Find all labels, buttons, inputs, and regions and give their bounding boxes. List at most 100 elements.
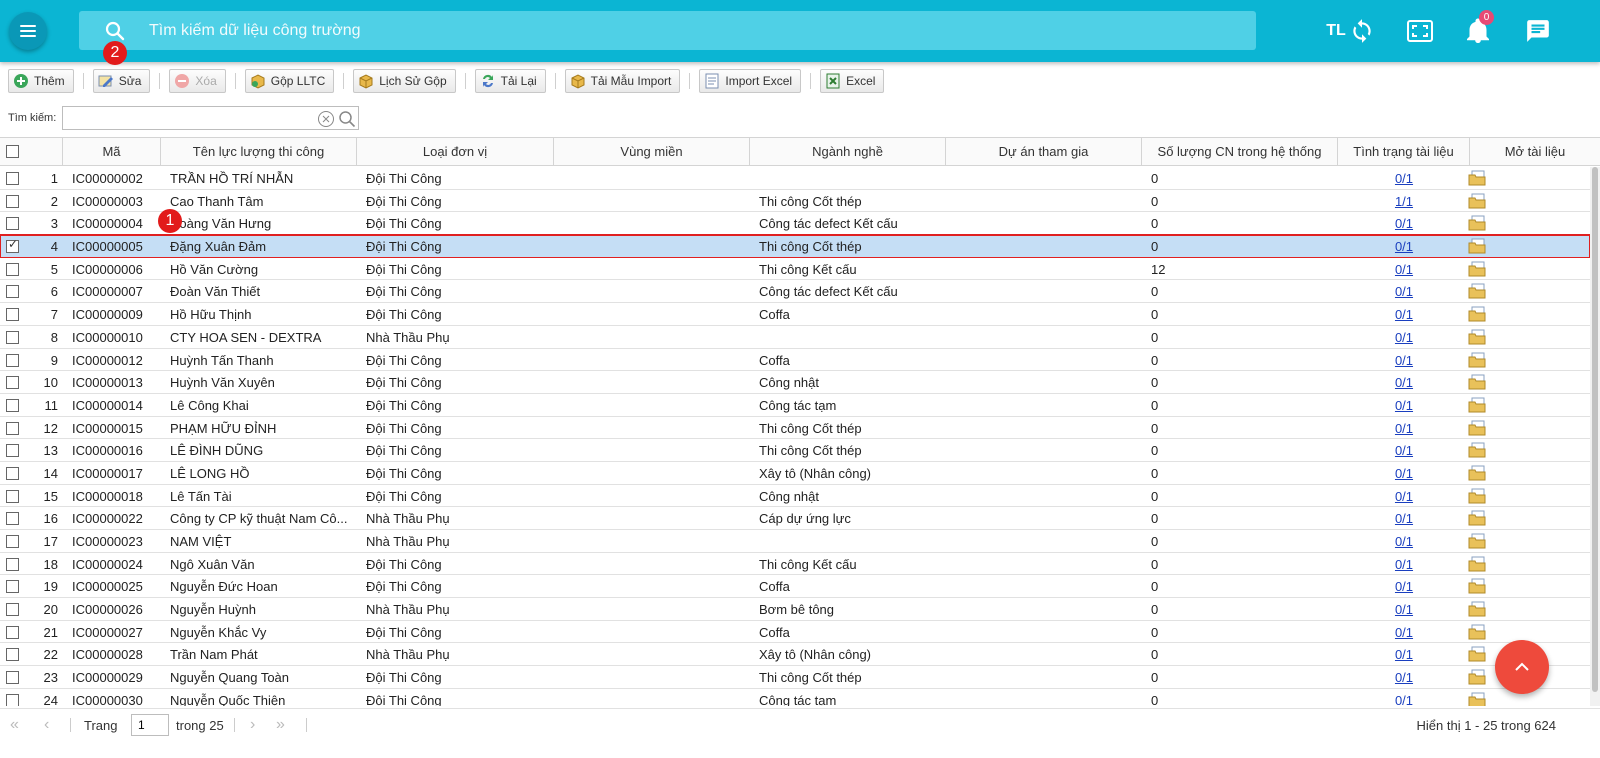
doc-status-link[interactable]: 0/1	[1350, 621, 1458, 643]
row-checkbox[interactable]	[6, 512, 19, 526]
table-row[interactable]: 3 IC00000004 Hoàng Văn Hưng Đội Thi Công Côn…	[0, 212, 1590, 236]
table-row[interactable]: 12 IC00000015 PHẠM HỮU ĐỈNH Đội Thi Công Thi…	[0, 416, 1590, 440]
header-doc-status[interactable]: Tình trạng tài liệu	[1338, 138, 1470, 166]
folder-doc-icon[interactable]	[1468, 420, 1486, 436]
header-unit-type[interactable]: Loại đơn vị	[357, 138, 554, 166]
page-number-input[interactable]	[131, 714, 169, 736]
table-row[interactable]: 11 IC00000014 Lê Công Khai Đội Thi Công Công…	[0, 393, 1590, 417]
prev-page-icon[interactable]: ‹	[44, 716, 49, 734]
folder-doc-icon[interactable]	[1468, 669, 1486, 685]
doc-status-link[interactable]: 0/1	[1350, 280, 1458, 302]
doc-status-link[interactable]: 0/1	[1350, 530, 1458, 552]
download-template-button[interactable]: Tải Mẫu Import	[564, 69, 681, 93]
header-trade[interactable]: Ngành nghề	[750, 138, 946, 166]
row-checkbox[interactable]	[6, 172, 19, 185]
row-checkbox[interactable]	[6, 603, 19, 617]
table-row[interactable]: 8 IC00000010 CTY HOA SEN - DEXTRA Nhà Thầu …	[0, 325, 1590, 349]
row-checkbox[interactable]	[6, 308, 19, 322]
doc-status-link[interactable]: 0/1	[1350, 553, 1458, 575]
folder-doc-icon[interactable]	[1468, 442, 1486, 458]
folder-doc-icon[interactable]	[1468, 329, 1486, 345]
import-excel-button[interactable]: Import Excel	[699, 69, 802, 93]
doc-status-link[interactable]: 0/1	[1350, 167, 1458, 189]
table-row[interactable]: 5 IC00000006 Hồ Văn Cường Đội Thi Công Thi c…	[0, 257, 1590, 281]
scroll-top-button[interactable]	[1495, 640, 1549, 694]
doc-status-link[interactable]: 0/1	[1350, 326, 1458, 348]
folder-doc-icon[interactable]	[1468, 261, 1486, 277]
doc-status-link[interactable]: 0/1	[1350, 462, 1458, 484]
row-checkbox[interactable]	[6, 398, 19, 412]
search-icon[interactable]	[105, 21, 125, 41]
doc-status-link[interactable]: 0/1	[1350, 575, 1458, 597]
folder-doc-icon[interactable]	[1468, 533, 1486, 549]
doc-status-link[interactable]: 0/1	[1350, 485, 1458, 507]
folder-doc-icon[interactable]	[1468, 374, 1486, 390]
row-checkbox[interactable]	[6, 625, 19, 639]
folder-doc-icon[interactable]	[1468, 283, 1486, 299]
row-checkbox[interactable]	[6, 444, 19, 458]
doc-status-link[interactable]: 0/1	[1350, 417, 1458, 439]
global-search-input[interactable]	[149, 11, 1149, 50]
row-checkbox[interactable]	[6, 353, 19, 367]
doc-status-link[interactable]: 0/1	[1350, 666, 1458, 688]
filter-field[interactable]	[62, 106, 359, 130]
table-row[interactable]: 9 IC00000012 Huỳnh Tấn Thanh Đội Thi Công Co…	[0, 348, 1590, 372]
doc-status-link[interactable]: 1/1	[1350, 190, 1458, 212]
folder-doc-icon[interactable]	[1468, 352, 1486, 368]
table-row[interactable]: 7 IC00000009 Hồ Hữu Thịnh Đội Thi Công Coffa…	[0, 303, 1590, 326]
header-region[interactable]: Vùng miền	[554, 138, 750, 166]
table-row[interactable]: 15 IC00000018 Lê Tấn Tài Đội Thi Công Công n…	[0, 484, 1590, 508]
header-select-all[interactable]	[0, 138, 63, 166]
scrollbar-thumb[interactable]	[1592, 167, 1598, 692]
table-row[interactable]: 10 IC00000013 Huỳnh Văn Xuyên Đội Thi Công C…	[0, 371, 1590, 394]
table-row[interactable]: 2 IC00000003 Cao Thanh Tâm Đội Thi Công Thi …	[0, 189, 1590, 213]
doc-status-link[interactable]: 0/1	[1350, 303, 1458, 325]
table-row[interactable]: 18 IC00000024 Ngô Xuân Văn Đội Thi Công Thi …	[0, 552, 1590, 576]
table-row[interactable]: 6 IC00000007 Đoàn Văn Thiết Đội Thi Công Côn…	[0, 280, 1590, 304]
folder-doc-icon[interactable]	[1468, 510, 1486, 526]
export-excel-button[interactable]: Excel	[820, 69, 885, 93]
merge-button[interactable]: Gộp LLTC	[244, 69, 335, 93]
doc-status-link[interactable]: 0/1	[1350, 643, 1458, 665]
doc-status-link[interactable]: 0/1	[1350, 349, 1458, 371]
folder-doc-icon[interactable]	[1468, 193, 1486, 209]
table-row[interactable]: 23 IC00000029 Nguyễn Quang Toàn Đội Thi Côn…	[0, 666, 1590, 689]
table-row[interactable]: 24 IC00000030 Nguyễn Quốc Thiện Đội Thi Côn…	[0, 688, 1590, 706]
row-checkbox[interactable]	[6, 671, 19, 685]
header-code[interactable]: Mã	[63, 138, 161, 166]
select-all-checkbox[interactable]	[6, 145, 19, 158]
folder-doc-icon[interactable]	[1468, 578, 1486, 594]
sync-button[interactable]	[1346, 15, 1378, 47]
doc-status-link[interactable]: 0/1	[1350, 689, 1458, 706]
search-icon[interactable]	[338, 110, 356, 128]
folder-doc-icon[interactable]	[1468, 488, 1486, 504]
folder-doc-icon[interactable]	[1468, 556, 1486, 572]
row-checkbox[interactable]	[6, 557, 19, 571]
row-checkbox[interactable]	[6, 194, 19, 208]
first-page-icon[interactable]: «	[10, 716, 19, 734]
merge-history-button[interactable]: Lịch Sử Gộp	[353, 69, 456, 93]
doc-status-link[interactable]: 0/1	[1350, 439, 1458, 461]
folder-doc-icon[interactable]	[1468, 215, 1486, 231]
last-page-icon[interactable]: »	[276, 716, 285, 734]
row-checkbox[interactable]	[6, 285, 19, 299]
filter-input[interactable]	[63, 107, 303, 129]
header-project[interactable]: Dự án tham gia	[946, 138, 1142, 166]
doc-status-link[interactable]: 0/1	[1350, 371, 1458, 393]
row-checkbox[interactable]	[6, 489, 19, 503]
delete-button[interactable]: Xóa	[169, 69, 226, 93]
row-checkbox[interactable]	[6, 217, 19, 231]
folder-doc-icon[interactable]	[1468, 238, 1486, 254]
table-row[interactable]: 14 IC00000017 LÊ LONG HỒ Đội Thi Công Xây tô…	[0, 461, 1590, 485]
row-checkbox[interactable]	[6, 466, 19, 480]
clear-icon[interactable]	[317, 110, 335, 128]
table-row[interactable]: 22 IC00000028 Trần Nam Phát Nhà Thầu Phụ Xây…	[0, 643, 1590, 667]
doc-status-link[interactable]: 0/1	[1350, 598, 1458, 620]
table-row[interactable]: 21 IC00000027 Nguyễn Khắc Vy Đội Thi Công Co…	[0, 620, 1590, 644]
row-checkbox[interactable]	[6, 237, 19, 254]
row-checkbox[interactable]	[6, 262, 19, 276]
folder-doc-icon[interactable]	[1468, 624, 1486, 640]
doc-status-link[interactable]: 0/1	[1350, 235, 1458, 257]
table-row[interactable]: 17 IC00000023 NAM VIỆT Nhà Thầu Phụ 0 0/1	[0, 530, 1590, 553]
row-checkbox[interactable]	[6, 376, 19, 390]
